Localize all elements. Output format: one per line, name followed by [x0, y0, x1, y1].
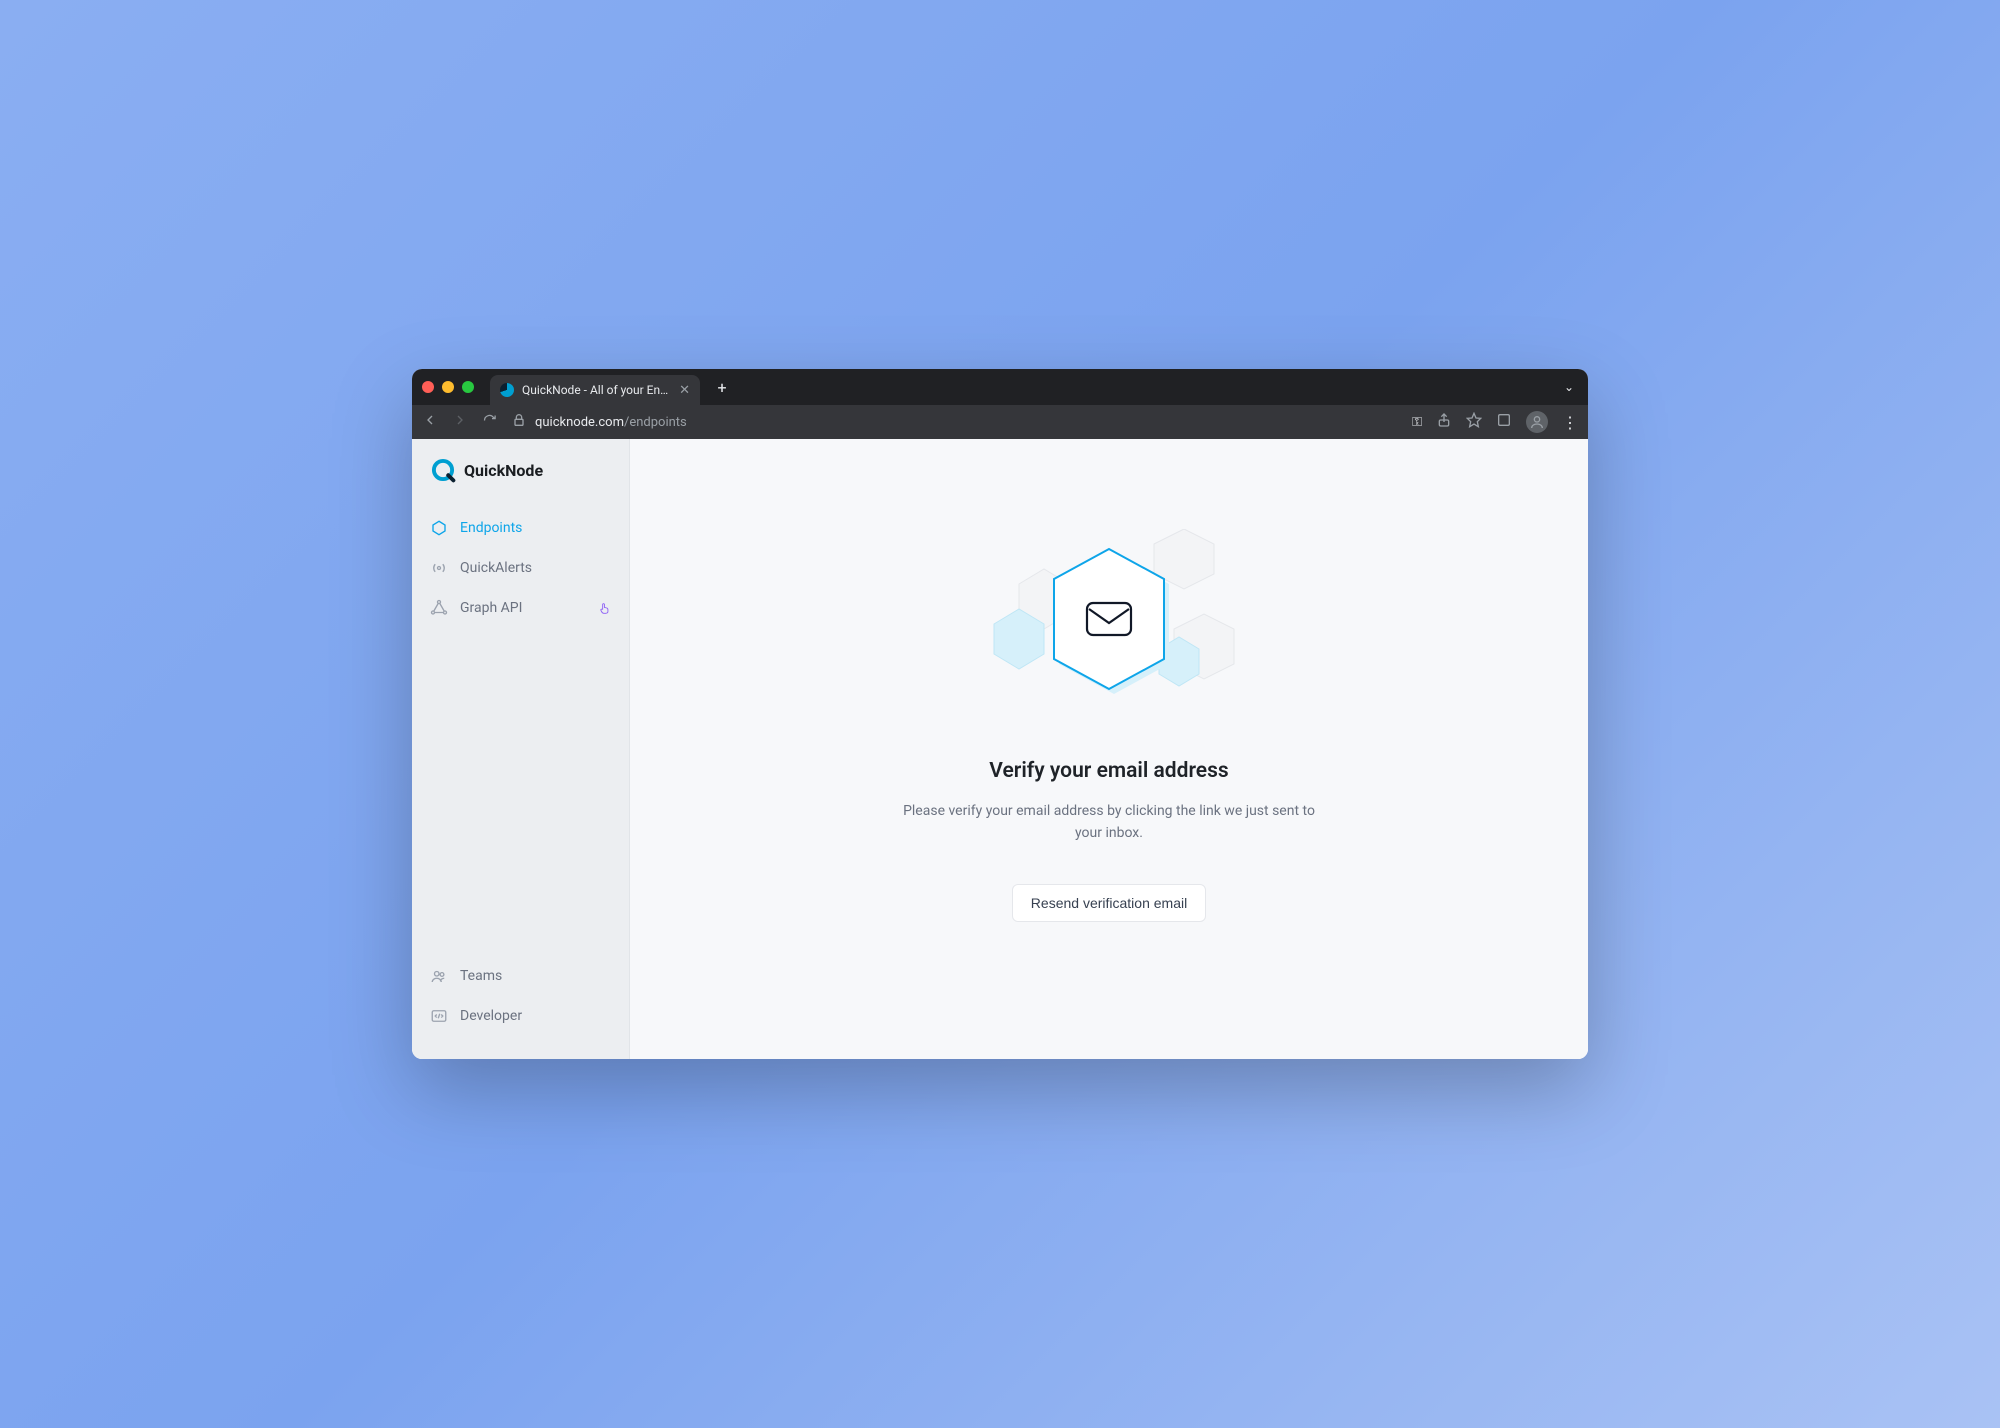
sidebar-item-teams[interactable]: Teams [412, 957, 629, 995]
email-illustration [959, 529, 1259, 729]
broadcast-icon [430, 559, 448, 577]
browser-menu-icon[interactable]: ⋮ [1562, 413, 1578, 432]
tab-close-icon[interactable]: ✕ [679, 383, 690, 398]
url-path: /endpoints [624, 415, 687, 430]
new-tab-button[interactable]: + [708, 373, 736, 401]
app-content: QuickNode Endpoints QuickAlerts [412, 439, 1588, 1059]
brand[interactable]: QuickNode [412, 457, 629, 503]
browser-tab[interactable]: QuickNode - All of your Endpoi ✕ [490, 375, 700, 405]
sidebar-item-graph-api[interactable]: Graph API [412, 589, 629, 627]
main-content: Verify your email address Please verify … [630, 439, 1588, 1059]
sidebar-item-label: QuickAlerts [460, 560, 532, 576]
brand-logo-icon [430, 457, 456, 483]
sidebar-footer-nav: Teams Developer [412, 951, 629, 1041]
browser-window: QuickNode - All of your Endpoi ✕ + ⌄ qui… [412, 369, 1588, 1059]
back-button[interactable] [422, 412, 438, 432]
brand-name: QuickNode [464, 461, 543, 480]
window-minimize-button[interactable] [442, 381, 454, 393]
resend-verification-button[interactable]: Resend verification email [1012, 884, 1206, 922]
password-key-icon[interactable]: ⚿ [1412, 415, 1422, 430]
hexagon-icon [430, 519, 448, 537]
profile-avatar[interactable] [1526, 411, 1548, 433]
teams-icon [430, 967, 448, 985]
share-icon[interactable] [1436, 412, 1452, 432]
tab-search-button[interactable]: ⌄ [1564, 380, 1574, 394]
sidebar-item-label: Graph API [460, 600, 522, 616]
extensions-icon[interactable] [1496, 412, 1512, 432]
sidebar-item-quickalerts[interactable]: QuickAlerts [412, 549, 629, 587]
pointer-icon [597, 600, 613, 616]
sidebar: QuickNode Endpoints QuickAlerts [412, 439, 630, 1059]
sidebar-item-label: Developer [460, 1008, 522, 1024]
browser-tab-bar: QuickNode - All of your Endpoi ✕ + ⌄ [412, 369, 1588, 405]
browser-toolbar: quicknode.com/endpoints ⚿ ⋮ [412, 405, 1588, 439]
page-headline: Verify your email address [989, 759, 1228, 783]
address-bar[interactable]: quicknode.com/endpoints [511, 412, 1398, 432]
sidebar-item-endpoints[interactable]: Endpoints [412, 509, 629, 547]
url-domain: quicknode.com [535, 415, 624, 430]
window-controls [422, 381, 474, 393]
window-maximize-button[interactable] [462, 381, 474, 393]
tab-title: QuickNode - All of your Endpoi [522, 383, 671, 397]
bookmark-star-icon[interactable] [1466, 412, 1482, 432]
graph-icon [430, 599, 448, 617]
sidebar-item-developer[interactable]: Developer [412, 997, 629, 1035]
sidebar-nav: Endpoints QuickAlerts Graph API [412, 503, 629, 633]
sidebar-item-label: Teams [460, 968, 502, 984]
code-icon [430, 1007, 448, 1025]
page-subtext: Please verify your email address by clic… [899, 801, 1319, 844]
tab-favicon [500, 383, 514, 397]
reload-button[interactable] [482, 413, 497, 432]
lock-icon [511, 412, 527, 432]
window-close-button[interactable] [422, 381, 434, 393]
forward-button[interactable] [452, 412, 468, 432]
sidebar-item-label: Endpoints [460, 520, 522, 536]
